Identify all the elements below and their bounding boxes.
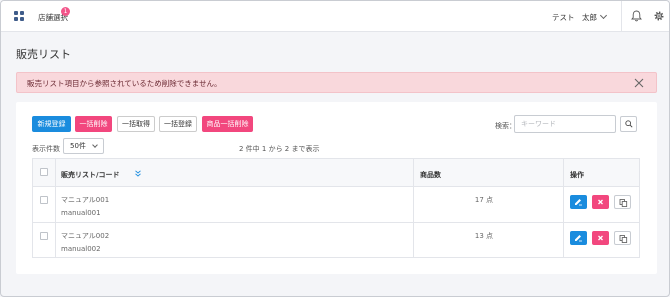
copy-button[interactable] — [614, 231, 631, 245]
row-checkbox[interactable] — [40, 196, 48, 204]
row-product-count: 13 点 — [474, 232, 494, 240]
row-name[interactable]: マニュアル002 — [61, 231, 109, 241]
column-header-name[interactable]: 販売リスト/コード — [61, 170, 120, 180]
table-row: マニュアル002 manual002 13 点 — [33, 223, 639, 259]
sales-list-card: 新規登録 一括削除 一括取得 一括登録 商品一括削除 検索： 表示件数 50件 … — [16, 102, 657, 274]
page-size-value: 50件 — [70, 142, 86, 150]
chevron-down-icon — [92, 142, 98, 148]
column-divider — [55, 159, 56, 257]
store-count-badge: 1 — [61, 7, 70, 16]
bulk-delete-button[interactable]: 一括削除 — [75, 116, 112, 132]
column-divider — [563, 159, 564, 257]
edit-icon — [575, 235, 582, 242]
bulk-register-button[interactable]: 一括登録 — [159, 116, 197, 132]
delete-icon — [598, 199, 603, 205]
row-product-count: 17 点 — [474, 196, 494, 204]
grid-icon[interactable] — [14, 11, 24, 21]
edit-button[interactable] — [570, 231, 587, 245]
search-label: 検索： — [495, 122, 516, 130]
table-row: マニュアル001 manual001 17 点 — [33, 187, 639, 223]
alert-message: 販売リスト項目から参照されているため削除できません。 — [27, 79, 222, 88]
product-bulk-delete-button[interactable]: 商品一括削除 — [202, 116, 253, 132]
search-button[interactable] — [620, 116, 637, 132]
gear-icon[interactable] — [653, 10, 665, 22]
bulk-fetch-button[interactable]: 一括取得 — [117, 116, 155, 132]
page-size-select[interactable]: 50件 — [63, 138, 104, 154]
edit-button[interactable] — [570, 195, 587, 209]
user-name: テスト 太郎 — [552, 13, 597, 22]
column-header-actions: 操作 — [570, 171, 584, 179]
top-header: 店舗選択 1 テスト 太郎 — [1, 1, 669, 32]
delete-icon — [598, 235, 603, 241]
row-checkbox[interactable] — [40, 232, 48, 240]
column-header-count: 商品数 — [420, 171, 441, 179]
close-icon[interactable] — [634, 78, 644, 88]
page-size-label: 表示件数 — [32, 145, 60, 153]
row-code: manual002 — [61, 245, 101, 253]
column-divider — [413, 159, 414, 257]
search-icon — [625, 120, 633, 128]
delete-button[interactable] — [592, 231, 609, 245]
table-header: 販売リスト/コード 商品数 操作 — [33, 159, 639, 187]
page-title: 販売リスト — [16, 48, 71, 61]
pagination-info: 2 件中 1 から 2 まで表示 — [239, 145, 320, 153]
new-register-button[interactable]: 新規登録 — [32, 116, 71, 132]
delete-button[interactable] — [592, 195, 609, 209]
user-menu[interactable]: テスト 太郎 — [552, 11, 608, 23]
chevron-down-icon — [599, 11, 608, 20]
row-code: manual001 — [61, 209, 101, 217]
select-all-checkbox[interactable] — [40, 168, 48, 176]
bell-icon[interactable] — [631, 10, 642, 22]
header-divider — [621, 1, 622, 32]
copy-button[interactable] — [614, 195, 631, 209]
sales-list-table: 販売リスト/コード 商品数 操作 マニュアル001 manual001 17 点 — [32, 158, 640, 258]
sort-icon[interactable] — [135, 170, 141, 177]
row-name[interactable]: マニュアル001 — [61, 195, 109, 205]
search-input[interactable] — [514, 115, 616, 133]
app-frame: 店舗選択 1 テスト 太郎 販売リスト 販売リスト項目から参照されているため削除… — [0, 0, 670, 297]
error-alert: 販売リスト項目から参照されているため削除できません。 — [16, 72, 657, 93]
copy-icon — [619, 199, 628, 207]
edit-icon — [575, 199, 582, 206]
copy-icon — [619, 235, 628, 243]
